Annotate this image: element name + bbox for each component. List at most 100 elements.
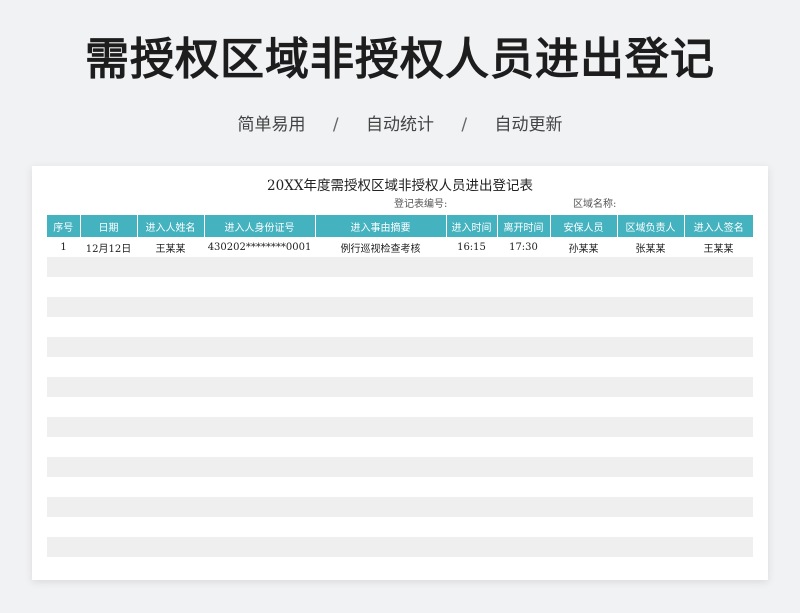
table-cell[interactable] — [204, 257, 315, 277]
table-cell[interactable] — [446, 537, 497, 557]
table-cell[interactable] — [80, 477, 137, 497]
table-cell[interactable] — [446, 417, 497, 437]
table-cell[interactable] — [550, 497, 617, 517]
table-cell[interactable] — [315, 537, 446, 557]
table-cell[interactable] — [315, 477, 446, 497]
table-cell[interactable] — [497, 457, 550, 477]
table-cell[interactable] — [80, 357, 137, 377]
table-cell[interactable] — [550, 517, 617, 537]
table-cell[interactable] — [80, 497, 137, 517]
table-cell[interactable] — [80, 257, 137, 277]
table-cell[interactable]: 王某某 — [137, 237, 204, 257]
table-cell[interactable] — [684, 317, 753, 337]
table-cell[interactable] — [204, 437, 315, 457]
table-cell[interactable] — [204, 377, 315, 397]
table-cell[interactable]: 孙某某 — [550, 237, 617, 257]
table-cell[interactable] — [204, 517, 315, 537]
table-cell[interactable] — [550, 417, 617, 437]
table-cell[interactable] — [446, 437, 497, 457]
table-cell[interactable] — [617, 377, 684, 397]
table-cell[interactable]: 17:30 — [497, 237, 550, 257]
table-cell[interactable] — [617, 337, 684, 357]
table-cell[interactable] — [446, 497, 497, 517]
table-cell[interactable] — [204, 277, 315, 297]
table-cell[interactable] — [617, 317, 684, 337]
table-cell[interactable] — [315, 277, 446, 297]
table-cell[interactable] — [204, 417, 315, 437]
table-cell[interactable] — [204, 477, 315, 497]
table-cell[interactable] — [550, 377, 617, 397]
table-cell[interactable] — [497, 517, 550, 537]
table-cell[interactable] — [47, 517, 80, 537]
table-cell[interactable] — [315, 357, 446, 377]
table-cell[interactable] — [617, 397, 684, 417]
table-cell[interactable] — [137, 477, 204, 497]
table-cell[interactable] — [446, 277, 497, 297]
table-cell[interactable] — [550, 297, 617, 317]
table-cell[interactable] — [315, 397, 446, 417]
table-cell[interactable] — [204, 317, 315, 337]
table-cell[interactable] — [497, 437, 550, 457]
table-cell[interactable] — [137, 537, 204, 557]
table-cell[interactable] — [497, 477, 550, 497]
table-cell[interactable] — [684, 457, 753, 477]
table-cell[interactable] — [204, 357, 315, 377]
table-cell[interactable] — [684, 337, 753, 357]
table-cell[interactable] — [137, 257, 204, 277]
table-cell[interactable] — [684, 257, 753, 277]
table-cell[interactable] — [497, 257, 550, 277]
table-cell[interactable] — [446, 377, 497, 397]
table-cell[interactable] — [47, 257, 80, 277]
table-cell[interactable] — [47, 277, 80, 297]
table-cell[interactable] — [550, 457, 617, 477]
table-cell[interactable] — [497, 377, 550, 397]
table-cell[interactable] — [446, 357, 497, 377]
table-cell[interactable] — [497, 537, 550, 557]
table-cell[interactable]: 1 — [47, 237, 80, 257]
table-cell[interactable] — [684, 357, 753, 377]
table-cell[interactable] — [446, 397, 497, 417]
table-cell[interactable] — [684, 377, 753, 397]
table-cell[interactable] — [497, 397, 550, 417]
table-cell[interactable] — [497, 297, 550, 317]
table-cell[interactable] — [617, 257, 684, 277]
table-cell[interactable] — [497, 317, 550, 337]
table-cell[interactable] — [446, 517, 497, 537]
table-cell[interactable] — [550, 317, 617, 337]
table-cell[interactable] — [550, 357, 617, 377]
table-cell[interactable] — [684, 497, 753, 517]
table-cell[interactable] — [617, 477, 684, 497]
table-cell[interactable] — [315, 297, 446, 317]
table-cell[interactable] — [550, 257, 617, 277]
table-cell[interactable] — [80, 317, 137, 337]
table-cell[interactable] — [47, 417, 80, 437]
table-cell[interactable] — [204, 397, 315, 417]
table-cell[interactable] — [315, 517, 446, 537]
table-cell[interactable] — [137, 437, 204, 457]
table-cell[interactable] — [137, 357, 204, 377]
table-cell[interactable] — [137, 377, 204, 397]
table-cell[interactable] — [80, 437, 137, 457]
table-cell[interactable] — [80, 337, 137, 357]
table-cell[interactable] — [684, 417, 753, 437]
table-cell[interactable] — [315, 417, 446, 437]
table-cell[interactable] — [315, 497, 446, 517]
table-cell[interactable] — [617, 437, 684, 457]
table-cell[interactable] — [617, 497, 684, 517]
table-cell[interactable] — [47, 477, 80, 497]
table-cell[interactable] — [684, 297, 753, 317]
table-cell[interactable] — [684, 517, 753, 537]
table-cell[interactable] — [47, 377, 80, 397]
table-cell[interactable] — [137, 397, 204, 417]
table-cell[interactable] — [446, 297, 497, 317]
table-cell[interactable] — [497, 277, 550, 297]
table-cell[interactable] — [47, 317, 80, 337]
table-cell[interactable] — [550, 397, 617, 417]
table-cell[interactable] — [684, 477, 753, 497]
table-cell[interactable] — [315, 377, 446, 397]
table-cell[interactable] — [446, 317, 497, 337]
table-cell[interactable] — [47, 357, 80, 377]
table-cell[interactable] — [617, 417, 684, 437]
table-cell[interactable] — [446, 257, 497, 277]
table-cell[interactable] — [80, 277, 137, 297]
